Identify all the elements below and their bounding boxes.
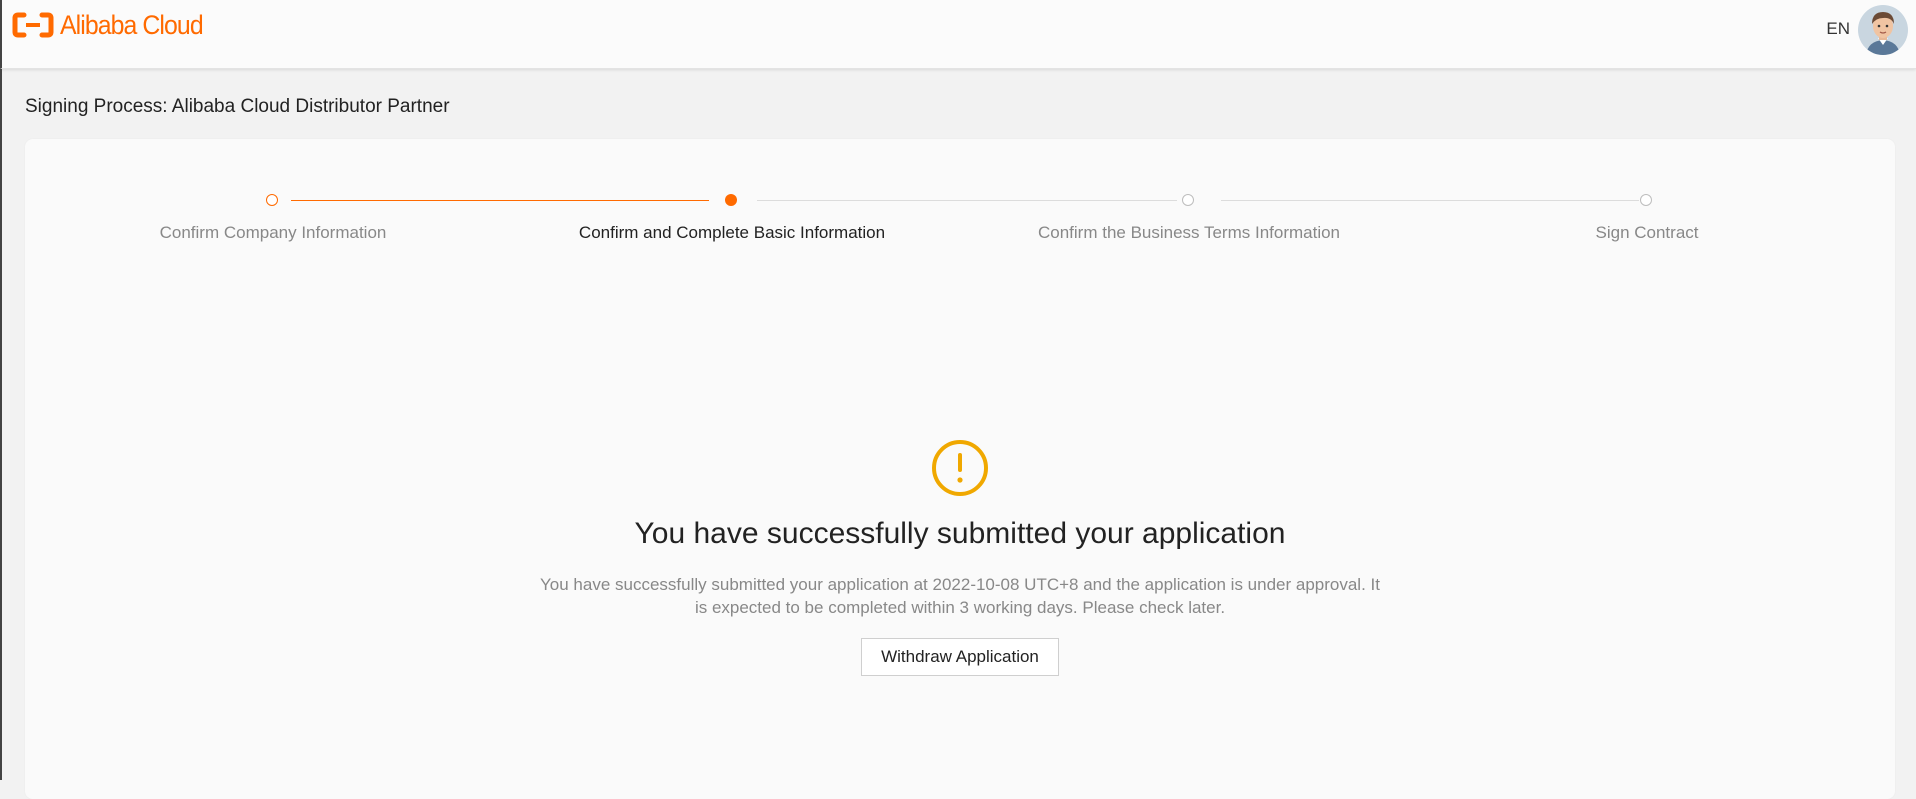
step-4-dot: [1640, 194, 1652, 206]
step-4-label: Sign Contract: [1595, 223, 1699, 242]
result-description-line-2: is expected to be completed within 3 wor…: [694, 598, 1226, 617]
step-1-dot: [266, 194, 278, 206]
step-connector-1: [291, 200, 709, 201]
step-2-dot: [725, 194, 737, 206]
signing-process-card: Confirm Company Information Confirm and …: [25, 139, 1895, 799]
user-avatar[interactable]: [1858, 5, 1908, 55]
progress-steps: Confirm Company Information Confirm and …: [25, 139, 1895, 259]
result-title: You have successfully submitted your app…: [634, 517, 1286, 550]
result-description-line-1: You have successfully submitted your app…: [540, 575, 1380, 594]
step-3-dot: [1182, 194, 1194, 206]
page-title: Signing Process: Alibaba Cloud Distribut…: [25, 96, 450, 117]
alibaba-cloud-logo-icon: [12, 12, 54, 38]
top-navigation-bar: Alibaba Cloud EN: [0, 0, 1916, 69]
avatar-icon: [1858, 5, 1908, 55]
step-2-label: Confirm and Complete Basic Information: [578, 223, 886, 242]
result-description: You have successfully submitted your app…: [520, 573, 1400, 619]
step-connector-2: [757, 200, 1177, 201]
window-edge: [0, 69, 2, 780]
logo-text: Alibaba Cloud: [60, 9, 204, 40]
withdraw-application-button[interactable]: Withdraw Application: [861, 638, 1059, 676]
step-1-label: Confirm Company Information: [159, 223, 387, 242]
step-connector-3: [1221, 200, 1639, 201]
submission-result: You have successfully submitted your app…: [25, 439, 1895, 676]
language-switcher[interactable]: EN: [1826, 19, 1850, 39]
step-3-label: Confirm the Business Terms Information: [1037, 223, 1341, 242]
alibaba-cloud-logo[interactable]: Alibaba Cloud: [12, 9, 215, 41]
exclamation-circle-icon: [931, 439, 989, 497]
